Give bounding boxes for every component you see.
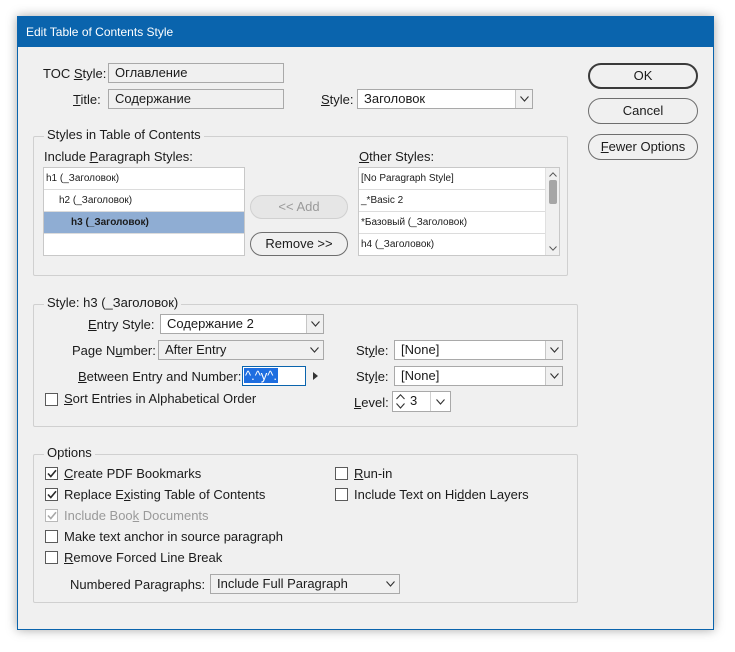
include-hidden-layers-label: Include Text on Hidden Layers <box>354 487 529 502</box>
chevron-down-icon <box>306 341 323 359</box>
checkmark-icon <box>47 511 57 520</box>
entry-style-dropdown[interactable]: Содержание 2 <box>160 314 324 334</box>
create-pdf-bookmarks-label: Create PDF Bookmarks <box>64 466 202 481</box>
style2-label: Style: <box>356 369 389 384</box>
make-text-anchor-label: Make text anchor in source paragraph <box>64 529 283 544</box>
ok-button[interactable]: OK <box>588 63 698 89</box>
between-entry-label: Between Entry and Number: <box>78 369 242 384</box>
scrollbar-thumb[interactable] <box>549 180 557 204</box>
page-number-label: Page Number: <box>72 343 156 358</box>
numbered-paragraphs-dropdown[interactable]: Include Full Paragraph <box>210 574 400 594</box>
level-stepper[interactable]: 3 <box>392 391 451 412</box>
list-item[interactable]: h1 (_Заголовок) <box>44 168 244 190</box>
run-in-checkbox[interactable] <box>335 467 348 480</box>
scrollbar[interactable] <box>545 168 559 255</box>
include-hidden-layers-checkbox[interactable] <box>335 488 348 501</box>
include-paragraph-styles-label: Include Paragraph Styles: <box>44 149 193 164</box>
page-number-value: After Entry <box>165 342 227 357</box>
scroll-down-icon[interactable] <box>549 246 557 251</box>
between-style-dropdown[interactable]: [None] <box>394 366 563 386</box>
include-book-documents-checkbox[interactable] <box>45 509 58 522</box>
page-number-dropdown[interactable]: After Entry <box>158 340 324 360</box>
list-item[interactable]: h4 (_Заголовок) <box>359 234 559 255</box>
remove-forced-line-break-label: Remove Forced Line Break <box>64 550 223 565</box>
styles-in-toc-title: Styles in Table of Contents <box>44 127 204 142</box>
page-number-style-dropdown[interactable]: [None] <box>394 340 563 360</box>
other-styles-label: Other Styles: <box>359 149 435 164</box>
toc-style-input[interactable]: Оглавление <box>108 63 284 83</box>
increment-icon[interactable] <box>396 394 405 400</box>
chevron-down-icon <box>515 90 532 108</box>
fewer-options-button[interactable]: Fewer Options <box>588 134 698 160</box>
title-style-dropdown[interactable]: Заголовок <box>357 89 533 109</box>
add-button[interactable]: << Add <box>250 195 348 219</box>
toc-style-label: TOC Style: <box>43 66 107 81</box>
dialog-window: Edit Table of Contents Style TOC Style: … <box>17 16 714 630</box>
create-pdf-bookmarks-checkbox[interactable] <box>45 467 58 480</box>
checkmark-icon <box>47 490 57 499</box>
replace-existing-checkbox[interactable] <box>45 488 58 501</box>
options-title: Options <box>44 445 95 460</box>
make-text-anchor-checkbox[interactable] <box>45 530 58 543</box>
include-book-documents-label: Include Book Documents <box>64 508 209 523</box>
list-item[interactable]: *Базовый (_Заголовок) <box>359 212 559 234</box>
numbered-paragraphs-value: Include Full Paragraph <box>217 576 348 591</box>
remove-forced-line-break-checkbox[interactable] <box>45 551 58 564</box>
title-input[interactable]: Содержание <box>108 89 284 109</box>
title-style-label: Style: <box>321 92 354 107</box>
run-in-label: Run-in <box>354 466 393 481</box>
numbered-paragraphs-label: Numbered Paragraphs: <box>70 577 206 592</box>
sort-entries-checkbox[interactable] <box>45 393 58 406</box>
list-item[interactable]: h2 (_Заголовок) <box>44 190 244 212</box>
list-item[interactable]: [No Paragraph Style] <box>359 168 559 190</box>
list-item[interactable]: _*Basic 2 <box>359 190 559 212</box>
style1-label: Style: <box>356 343 389 358</box>
decrement-icon[interactable] <box>396 403 405 409</box>
style2-value: [None] <box>401 368 440 383</box>
between-entry-input[interactable]: ^.^y^. <box>242 366 306 386</box>
remove-button[interactable]: Remove >> <box>250 232 348 256</box>
dialog-title: Edit Table of Contents Style <box>18 17 713 47</box>
replace-existing-label: Replace Existing Table of Contents <box>64 487 266 502</box>
scroll-up-icon[interactable] <box>549 172 557 177</box>
special-chars-arrow-icon[interactable] <box>313 372 318 380</box>
include-styles-list[interactable]: h1 (_Заголовок) h2 (_Заголовок) h3 (_Заг… <box>43 167 245 256</box>
list-item-selected[interactable]: h3 (_Заголовок) <box>44 212 244 234</box>
checkmark-icon <box>47 469 57 478</box>
sort-entries-label: Sort Entries in Alphabetical Order <box>64 391 257 406</box>
entry-style-label: Entry Style: <box>88 317 155 332</box>
style1-value: [None] <box>401 342 440 357</box>
level-value: 3 <box>410 393 418 408</box>
between-entry-value: ^.^y^. <box>244 368 279 383</box>
chevron-down-icon <box>382 575 399 593</box>
title-style-value: Заголовок <box>364 91 426 106</box>
other-styles-list[interactable]: [No Paragraph Style] _*Basic 2 *Базовый … <box>358 167 560 256</box>
entry-style-value: Содержание 2 <box>167 316 254 331</box>
chevron-down-icon[interactable] <box>436 399 445 405</box>
cancel-button[interactable]: Cancel <box>588 98 698 124</box>
level-label: Level: <box>354 395 389 410</box>
chevron-down-icon <box>545 367 562 385</box>
level-divider <box>430 392 431 411</box>
title-label: Title: <box>73 92 101 107</box>
chevron-down-icon <box>545 341 562 359</box>
chevron-down-icon <box>306 315 323 333</box>
style-settings-title: Style: h3 (_Заголовок) <box>44 295 182 310</box>
